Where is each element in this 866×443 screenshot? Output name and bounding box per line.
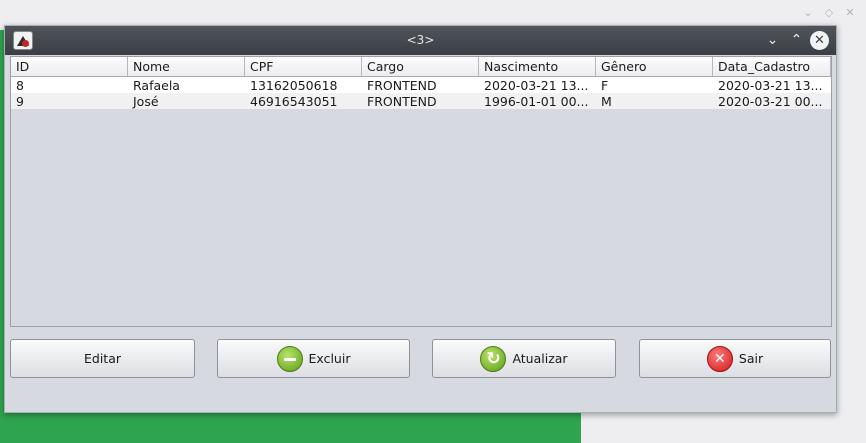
bg-close-icon[interactable]: ✕ bbox=[844, 6, 856, 19]
cell-id: 8 bbox=[16, 78, 24, 93]
cell-id: 9 bbox=[16, 94, 24, 109]
cell-nome: Rafaela bbox=[133, 78, 180, 93]
column-header-nascimento[interactable]: Nascimento bbox=[479, 57, 596, 76]
excluir-label: Excluir bbox=[308, 351, 351, 366]
bg-diamond-icon[interactable]: ◇ bbox=[823, 6, 835, 19]
data-table[interactable]: ID Nome CPF Cargo Nascimento Gênero Data… bbox=[10, 56, 832, 327]
column-header-cargo[interactable]: Cargo bbox=[362, 57, 479, 76]
internal-window: <3> ⌄ ⌃ ✕ ID Nome CPF Cargo Nascimento G… bbox=[4, 25, 837, 413]
sair-label: Sair bbox=[738, 351, 764, 366]
bg-chevron-down-icon[interactable]: ⌄ bbox=[802, 6, 814, 19]
window-titlebar[interactable]: <3> ⌄ ⌃ ✕ bbox=[5, 26, 836, 55]
editar-label: Editar bbox=[83, 351, 121, 366]
excluir-button[interactable]: Excluir bbox=[217, 339, 410, 378]
atualizar-button[interactable]: ↻ Atualizar bbox=[432, 339, 616, 378]
column-header-data-cadastro[interactable]: Data_Cadastro bbox=[713, 57, 831, 76]
column-header-cpf[interactable]: CPF bbox=[245, 57, 362, 76]
cell-genero: M bbox=[601, 94, 612, 109]
table-row[interactable]: 9 José 46916543051 FRONTEND 1996-01-01 0… bbox=[11, 93, 831, 109]
cell-data-cadastro: 2020-03-21 13... bbox=[718, 78, 823, 93]
column-header-nome[interactable]: Nome bbox=[128, 57, 245, 76]
cell-cargo: FRONTEND bbox=[367, 94, 437, 109]
refresh-icon: ↻ bbox=[480, 345, 507, 372]
cell-cpf: 46916543051 bbox=[250, 94, 338, 109]
atualizar-label: Atualizar bbox=[512, 351, 568, 366]
window-title: <3> bbox=[406, 33, 435, 47]
table-row[interactable]: 8 Rafaela 13162050618 FRONTEND 2020-03-2… bbox=[11, 77, 831, 93]
maximize-chevron-up-icon[interactable]: ⌃ bbox=[787, 31, 806, 50]
cell-nome: José bbox=[133, 94, 159, 109]
table-header: ID Nome CPF Cargo Nascimento Gênero Data… bbox=[11, 57, 831, 77]
minimize-chevron-down-icon[interactable]: ⌄ bbox=[763, 31, 782, 50]
minus-icon bbox=[276, 345, 303, 372]
column-header-genero[interactable]: Gênero bbox=[596, 57, 713, 76]
close-circle-icon: ✕ bbox=[706, 345, 733, 372]
cell-cargo: FRONTEND bbox=[367, 78, 437, 93]
cell-genero: F bbox=[601, 78, 609, 93]
cell-nascimento: 1996-01-01 00... bbox=[484, 94, 589, 109]
cell-nascimento: 2020-03-21 13... bbox=[484, 78, 589, 93]
editar-button[interactable]: Editar bbox=[10, 339, 195, 378]
column-header-id[interactable]: ID bbox=[11, 57, 128, 76]
background-window-controls: ⌄ ◇ ✕ bbox=[802, 6, 856, 19]
sair-button[interactable]: ✕ Sair bbox=[639, 339, 831, 378]
close-icon[interactable]: ✕ bbox=[810, 31, 829, 50]
cell-data-cadastro: 2020-03-21 00... bbox=[718, 94, 823, 109]
cell-cpf: 13162050618 bbox=[250, 78, 338, 93]
